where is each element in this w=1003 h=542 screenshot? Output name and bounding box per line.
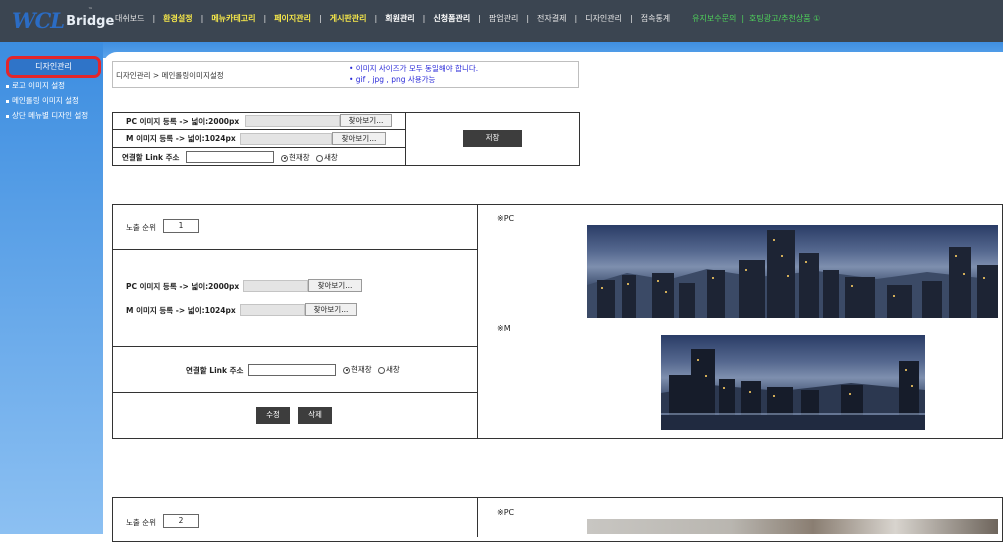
order-input[interactable]: 2	[163, 514, 199, 528]
bullet-icon	[6, 84, 9, 88]
menu-item[interactable]: 페이지관리	[274, 13, 311, 24]
divider	[112, 147, 405, 148]
menu-separator: |	[741, 14, 745, 23]
menu-item[interactable]: 환경설정	[163, 13, 192, 24]
logo-mark: WCL	[12, 8, 65, 33]
pc-image-caption: ※PC	[497, 508, 515, 517]
sidebar-item-logo-image[interactable]: 로고 이미지 설정	[6, 80, 65, 91]
main-menu: 대쉬보드 | 환경설정 | 메뉴카테고리 | 페이지관리 | 게시판관리 | 회원관리 | 신청폼관리 |…	[115, 13, 820, 24]
m-image-label: M 이미지 등록 -> 넓이:1024px	[126, 306, 236, 315]
menu-separator: |	[152, 14, 156, 23]
pc-image-browse-button[interactable]: 찾아보기...	[308, 279, 362, 292]
divider	[112, 249, 477, 250]
menu-separator: |	[263, 14, 267, 23]
menu-item[interactable]: 메뉴카테고리	[211, 13, 255, 24]
menu-item[interactable]: 신청폼관리	[433, 13, 470, 24]
pc-preview-image	[587, 225, 998, 318]
sidebar-header-design-management[interactable]: 디자인관리	[6, 56, 101, 78]
sidebar-item-top-menu-design[interactable]: 상단 메뉴별 디자인 설정	[6, 110, 88, 121]
order-input[interactable]: 1	[163, 219, 199, 233]
menu-item[interactable]: 회원관리	[385, 13, 414, 24]
edit-button[interactable]: 수정	[256, 407, 290, 424]
sidebar-item-main-rolling-image[interactable]: 메인롤링 이미지 설정	[6, 95, 79, 106]
radio-unchecked-icon	[378, 366, 385, 374]
bullet-icon	[6, 99, 9, 103]
menu-separator: |	[200, 14, 204, 23]
target-radio-new[interactable]: 새창	[378, 364, 400, 375]
top-navigation-bar: WCL Bridge ™ 대쉬보드 | 환경설정 | 메뉴카테고리 | 페이지관리 | 게시판관리 |…	[0, 0, 1003, 42]
link-label: 연결할 Link 주소	[122, 153, 180, 162]
divider	[477, 497, 478, 537]
pc-preview-image	[587, 519, 998, 534]
divider	[405, 112, 406, 166]
menu-item[interactable]: 접속통계	[641, 13, 670, 24]
link-label: 연결할 Link 주소	[186, 366, 244, 375]
menu-item[interactable]: 전자결제	[537, 13, 566, 24]
target-radio-new[interactable]: 새창	[316, 152, 338, 163]
menu-separator: |	[526, 14, 530, 23]
bullet-icon	[6, 114, 9, 118]
target-radio-current[interactable]: 현재창	[281, 152, 310, 163]
support-link[interactable]: 유지보수문의	[692, 13, 736, 24]
m-image-browse-button[interactable]: 찾아보기...	[305, 303, 357, 316]
logo-text: Bridge	[66, 14, 115, 29]
menu-separator: |	[574, 14, 578, 23]
pc-image-label: PC 이미지 등록 -> 넓이:2000px	[126, 282, 240, 291]
menu-separator: |	[374, 14, 378, 23]
pc-image-browse-button[interactable]: 찾아보기...	[340, 114, 392, 127]
m-preview-image	[661, 335, 925, 430]
image-notice: • 이미지 사이즈가 모두 동일해야 합니다. • gif , jpg , pn…	[349, 63, 478, 85]
radio-checked-icon	[281, 154, 288, 162]
logo-trademark: ™	[88, 7, 93, 13]
menu-item[interactable]: 게시판관리	[330, 13, 367, 24]
menu-separator: |	[478, 14, 481, 23]
m-image-file-input[interactable]	[240, 304, 305, 316]
radio-unchecked-icon	[316, 154, 323, 162]
m-image-label: M 이미지 등록 -> 넓이:1024px	[126, 134, 236, 143]
notice-line: • gif , jpg , png 사용가능	[349, 75, 436, 84]
divider	[477, 204, 478, 439]
m-image-caption: ※M	[497, 324, 511, 333]
menu-separator: |	[422, 14, 426, 23]
divider	[112, 392, 477, 393]
m-image-file-input[interactable]	[240, 133, 332, 145]
breadcrumb: 디자인관리 > 메인롤링이미지설정	[116, 71, 224, 80]
link-input[interactable]	[186, 151, 274, 163]
menu-item[interactable]: 디자인관리	[585, 13, 622, 24]
order-label: 노출 순위	[126, 518, 156, 527]
menu-separator: |	[319, 14, 322, 23]
menu-item[interactable]: 대쉬보드	[115, 13, 144, 24]
support-link[interactable]: 호팅광고/추천상품 ①	[749, 13, 820, 24]
notice-line: • 이미지 사이즈가 모두 동일해야 합니다.	[349, 64, 479, 73]
order-label: 노출 순위	[126, 223, 156, 232]
save-button[interactable]: 저장	[463, 130, 522, 147]
link-input[interactable]	[248, 364, 336, 376]
pc-image-caption: ※PC	[497, 214, 515, 223]
divider	[112, 129, 405, 130]
pc-image-file-input[interactable]	[243, 280, 308, 292]
pc-image-file-input[interactable]	[245, 115, 340, 127]
divider	[112, 346, 477, 347]
menu-separator: |	[630, 14, 633, 23]
wclbridge-logo[interactable]: WCL Bridge ™	[12, 7, 115, 33]
m-image-browse-button[interactable]: 찾아보기...	[332, 132, 386, 145]
radio-checked-icon	[343, 366, 350, 374]
menu-item[interactable]: 팝업관리	[489, 13, 518, 24]
pc-image-label: PC 이미지 등록 -> 넓이:2000px	[126, 117, 240, 126]
target-radio-current[interactable]: 현재창	[343, 364, 372, 375]
delete-button[interactable]: 삭제	[298, 407, 332, 424]
